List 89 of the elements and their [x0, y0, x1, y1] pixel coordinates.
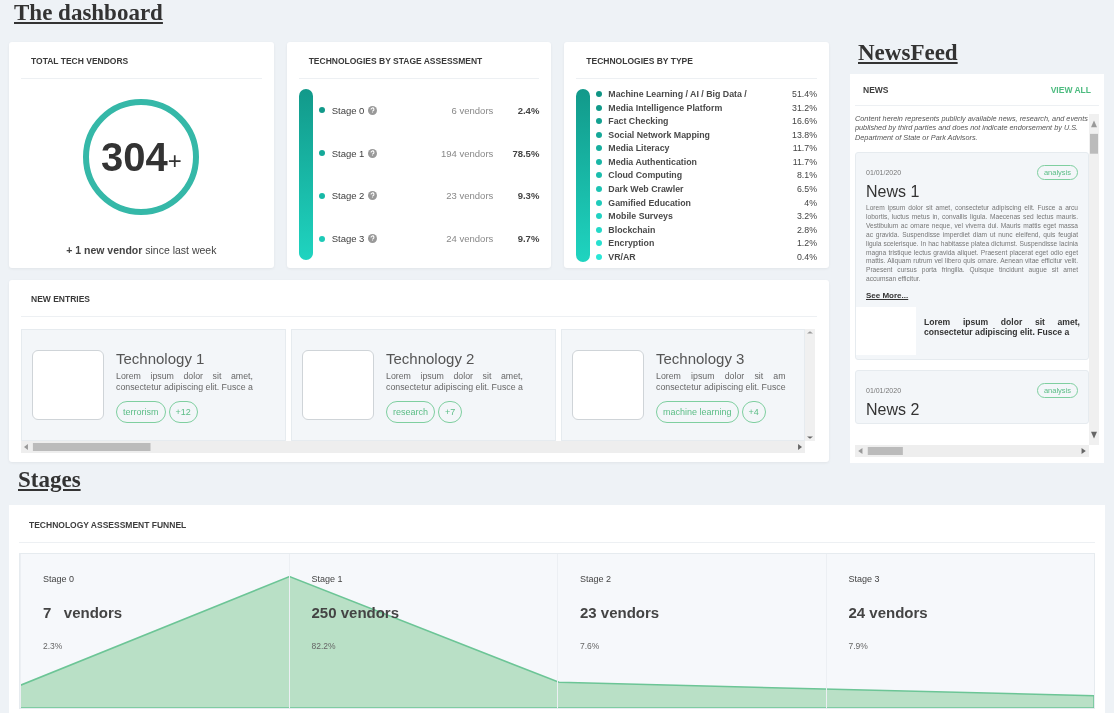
news-title: News 2 — [866, 400, 921, 419]
card-title: TECHNOLOGIES BY STAGE ASSESSMENT — [298, 42, 540, 79]
technology-title: Technology 2 — [386, 350, 476, 367]
type-name: Blockchain — [608, 224, 657, 235]
type-name: Encryption — [608, 238, 656, 249]
type-name: Mobile Surveys — [608, 211, 674, 222]
type-percent: 3.2% — [796, 211, 817, 222]
card-title: NEW ENTRIES — [21, 280, 817, 317]
stage-name: Stage 2 — [331, 190, 365, 202]
card-title: TECHNOLOGIES BY TYPE — [576, 42, 817, 79]
thumbnail-frame — [32, 350, 104, 420]
view-all-link[interactable]: VIEW ALL — [1050, 85, 1091, 95]
type-name: Media Authentication — [608, 156, 698, 167]
stage-name: Stage 1 — [331, 147, 365, 159]
stage-name: Stage 3 — [848, 574, 881, 584]
news-card[interactable] — [855, 152, 1089, 360]
stage-percent: 78.5% — [511, 147, 540, 159]
new-vendor-caption: + 1 new vendor since last week — [66, 244, 217, 256]
page-title: The dashboard — [14, 0, 163, 26]
stage-name: Stage 0 — [331, 104, 365, 116]
type-percent: 2.8% — [796, 224, 817, 235]
help-icon[interactable] — [368, 234, 378, 244]
stage-percent: 82.2% — [311, 641, 337, 651]
type-name: Cloud Computing — [608, 170, 684, 181]
vendor-count: 6 vendors — [450, 104, 494, 116]
stage-name: Stage 2 — [580, 574, 613, 584]
vendor-count: 250 vendors — [311, 604, 401, 621]
technology-description: Lorem ipsum dolor sit am consectetur adipiscing elit. Fusce — [656, 371, 786, 393]
type-percent: 0.4% — [796, 251, 817, 262]
scrollbar[interactable] — [21, 441, 805, 453]
stage-percent: 9.3% — [516, 190, 540, 202]
type-percent: 6.5% — [796, 184, 817, 195]
stage-percent: 2.3% — [43, 641, 64, 651]
vendor-count: 23 vendors — [445, 190, 494, 202]
scrollbar[interactable] — [1089, 114, 1099, 445]
type-percent: 4% — [804, 197, 817, 208]
card-title: TOTAL TECH VENDORS — [21, 42, 262, 79]
technology-description: Lorem ipsum dolor sit amet, consectetur adipiscing elit. Fusce a — [116, 371, 253, 393]
technology-card[interactable]: Technology 1 Lorem ipsum dolor sit amet, consectetur adipiscing elit. Fusce a terrorism +12 — [21, 329, 286, 441]
type-name: Social Network Mapping — [608, 129, 711, 140]
technology-description: Lorem ipsum dolor sit amet, consectetur adipiscing elit. Fusce a — [386, 371, 523, 393]
image-placeholder — [856, 306, 916, 355]
vendor-count: 24 vendors — [848, 604, 929, 621]
technology-card[interactable]: Technology 3 Lorem ipsum dolor sit am consectetur adipiscing elit. Fusce machine learning +4 — [561, 329, 805, 441]
type-name: Media Intelligence Platform — [608, 102, 724, 113]
stage-name: Stage 0 — [43, 574, 76, 584]
section-heading: Stages — [18, 467, 81, 493]
type-name: Dark Web Crawler — [608, 184, 685, 195]
stage-name: Stage 3 — [331, 233, 365, 245]
thumbnail-frame — [572, 350, 644, 420]
scrollbar[interactable] — [855, 445, 1089, 457]
vendor-count: 304 — [100, 134, 168, 180]
vendor-count: 7 vendors — [43, 604, 124, 621]
type-percent: 1.2% — [796, 238, 817, 249]
type-percent: 8.1% — [796, 170, 817, 181]
vendor-count: 23 vendors — [580, 604, 661, 621]
stage-percent: 2.4% — [516, 104, 540, 116]
technology-card[interactable]: Technology 2 Lorem ipsum dolor sit amet, consectetur adipiscing elit. Fusce a research +7 — [291, 329, 556, 441]
card-title: TECHNOLOGY ASSESSMENT FUNNEL — [19, 505, 1095, 543]
stage-percent: 7.9% — [848, 641, 869, 651]
type-name: Machine Learning / AI / Big Data / — [608, 89, 748, 99]
type-percent: 51.4% — [792, 89, 817, 99]
vendor-count: 24 vendors — [445, 233, 494, 245]
technology-title: Technology 3 — [656, 350, 746, 367]
help-icon[interactable] — [368, 105, 378, 115]
stage-name: Stage 1 — [311, 574, 344, 584]
news-summary: Lorem ipsum dolor sit amet, consectetur adipiscing elit. Fusce a — [923, 315, 1081, 339]
technology-title: Technology 1 — [116, 350, 206, 367]
type-name: Gamified Education — [608, 197, 692, 208]
help-icon[interactable] — [368, 191, 378, 201]
scrollbar[interactable] — [805, 329, 815, 441]
see-more-link[interactable]: See More... — [866, 290, 1078, 300]
type-percent: 11.7% — [792, 143, 817, 154]
panel-title: NEWS — [863, 85, 889, 95]
stage-percent: 7.6% — [580, 641, 601, 651]
section-heading: NewsFeed — [858, 40, 958, 66]
type-percent: 11.7% — [792, 156, 817, 167]
type-name: Media Literacy — [608, 143, 671, 154]
type-percent: 31.2% — [792, 102, 817, 113]
plus-sign: + — [167, 147, 182, 175]
type-name: VR/AR — [608, 251, 637, 262]
thumbnail-frame — [302, 350, 374, 420]
type-name: Fact Checking — [608, 116, 670, 127]
type-percent: 13.8% — [792, 129, 817, 140]
vendor-count: 194 vendors — [440, 147, 494, 159]
news-title: News 1 — [866, 183, 921, 202]
type-percent: 16.6% — [792, 116, 817, 127]
stage-percent: 9.7% — [516, 233, 540, 245]
help-icon[interactable] — [368, 148, 378, 158]
